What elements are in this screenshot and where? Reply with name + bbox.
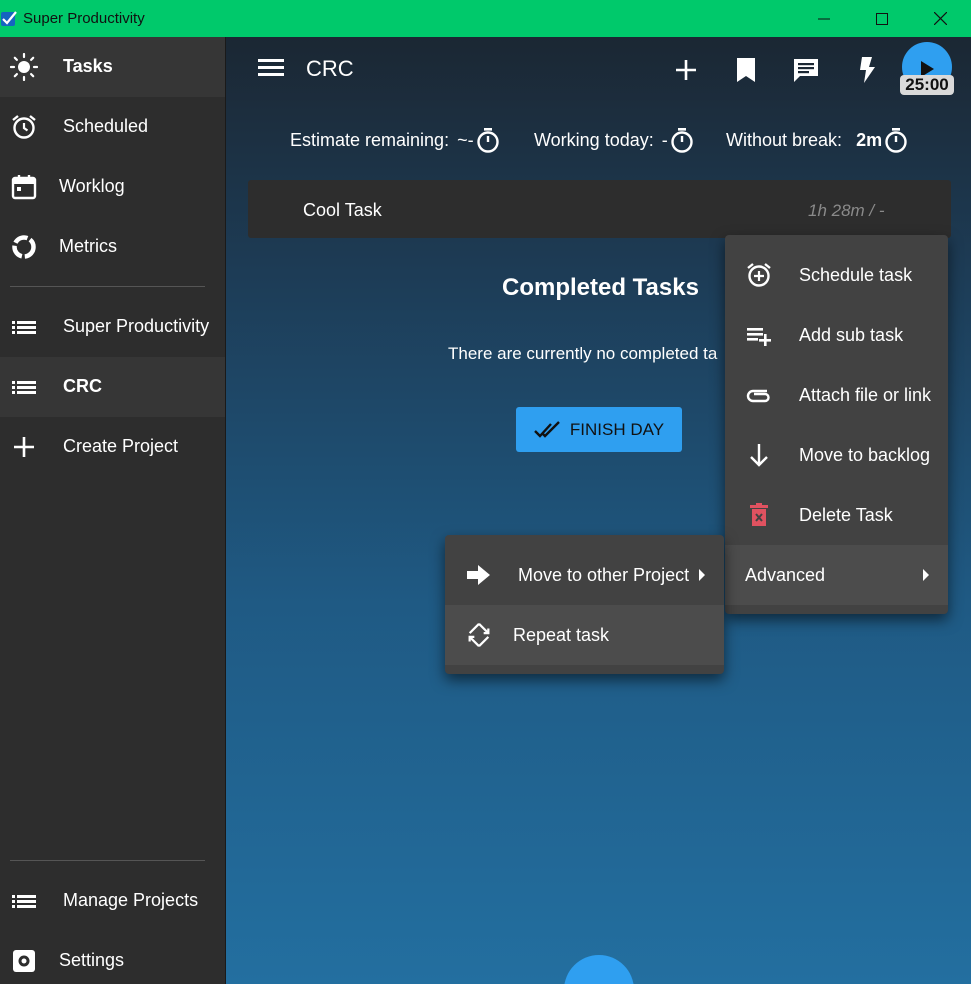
gear-icon bbox=[10, 947, 38, 975]
sidebar-item-tasks[interactable]: Tasks bbox=[0, 37, 225, 97]
finish-day-label: FINISH DAY bbox=[569, 419, 665, 439]
title-bar: Super Productivity bbox=[0, 0, 971, 37]
menu-item-label: Move to backlog bbox=[799, 445, 931, 465]
minimize-button[interactable] bbox=[795, 0, 853, 37]
sidebar-item-label: Create Project bbox=[63, 436, 179, 456]
move-to-backlog-menu-item[interactable]: Move to backlog bbox=[725, 425, 948, 485]
stopwatch-icon bbox=[476, 128, 499, 153]
completed-tasks-heading: Completed Tasks bbox=[502, 274, 699, 301]
delete-task-menu-item[interactable]: Delete Task bbox=[725, 485, 948, 545]
sidebar-item-settings[interactable]: Settings bbox=[0, 931, 225, 984]
sidebar: Tasks Scheduled Worklog Metrics Super Pr… bbox=[0, 37, 226, 984]
sun-icon bbox=[10, 53, 38, 81]
list-icon bbox=[10, 313, 38, 341]
sidebar-item-label: Scheduled bbox=[63, 116, 149, 136]
break-value: 2m bbox=[856, 129, 883, 150]
hamburger-icon bbox=[258, 59, 284, 76]
alarm-icon bbox=[10, 113, 38, 141]
sidebar-item-label: Super Productivity bbox=[63, 316, 210, 336]
plus-icon bbox=[10, 433, 38, 461]
without-break-stat: Without break: 2m bbox=[726, 127, 908, 153]
pomodoro-timer-badge: 25:00 bbox=[900, 75, 954, 95]
sidebar-item-label: Worklog bbox=[59, 176, 125, 196]
list-icon bbox=[10, 887, 38, 915]
estimate-remaining-stat: Estimate remaining: ~- bbox=[290, 127, 500, 153]
sidebar-item-metrics[interactable]: Metrics bbox=[0, 217, 225, 277]
sidebar-item-label: Tasks bbox=[63, 56, 113, 76]
donut-chart-icon bbox=[10, 233, 38, 261]
list-icon bbox=[10, 373, 38, 401]
menu-item-label: Advanced bbox=[745, 565, 826, 585]
schedule-task-menu-item[interactable]: Schedule task bbox=[725, 245, 948, 305]
delete-icon bbox=[745, 501, 773, 529]
menu-item-label: Repeat task bbox=[513, 625, 610, 645]
sidebar-item-super-productivity[interactable]: Super Productivity bbox=[0, 297, 225, 357]
sidebar-item-manage-projects[interactable]: Manage Projects bbox=[0, 871, 225, 931]
sidebar-item-scheduled[interactable]: Scheduled bbox=[0, 97, 225, 157]
working-today-stat: Working today: - bbox=[534, 127, 694, 153]
sidebar-divider bbox=[10, 860, 205, 861]
arrow-down-icon bbox=[745, 441, 773, 469]
sidebar-item-label: Settings bbox=[59, 950, 125, 970]
close-icon bbox=[933, 12, 947, 25]
finish-day-button[interactable]: FINISH DAY bbox=[516, 407, 682, 452]
focus-mode-button[interactable] bbox=[852, 55, 882, 85]
advanced-menu-item[interactable]: Advanced bbox=[725, 545, 948, 605]
alarm-add-icon bbox=[745, 261, 773, 289]
no-completed-tasks-text: There are currently no completed ta bbox=[448, 344, 718, 363]
maximize-icon bbox=[876, 12, 888, 25]
working-label: Working today: bbox=[534, 129, 654, 150]
menu-toggle-button[interactable] bbox=[258, 57, 284, 84]
move-to-other-project-menu-item[interactable]: Move to other Project bbox=[445, 545, 724, 605]
double-check-icon bbox=[534, 420, 564, 440]
task-title[interactable]: Cool Task bbox=[303, 200, 382, 221]
bookmark-icon bbox=[737, 58, 755, 82]
menu-item-label: Attach file or link bbox=[799, 385, 932, 405]
sidebar-divider bbox=[10, 286, 205, 287]
task-context-menu: Schedule task Add sub task Attach file o… bbox=[725, 235, 948, 614]
app-logo-icon bbox=[1, 11, 17, 26]
notes-button[interactable] bbox=[791, 55, 821, 85]
sidebar-item-worklog[interactable]: Worklog bbox=[0, 157, 225, 217]
close-button[interactable] bbox=[911, 0, 969, 37]
add-task-button[interactable] bbox=[671, 55, 701, 85]
add-sub-task-menu-item[interactable]: Add sub task bbox=[725, 305, 948, 365]
lightning-icon bbox=[860, 57, 875, 83]
sidebar-item-create-project[interactable]: Create Project bbox=[0, 417, 225, 477]
attachment-icon bbox=[745, 381, 773, 409]
page-title: CRC bbox=[306, 56, 354, 81]
menu-item-label: Schedule task bbox=[799, 265, 913, 285]
menu-item-label: Move to other Project bbox=[518, 565, 690, 585]
sidebar-item-label: Metrics bbox=[59, 236, 117, 256]
repeat-task-menu-item[interactable]: Repeat task bbox=[445, 605, 724, 665]
working-value: - bbox=[661, 129, 668, 150]
maximize-button[interactable] bbox=[853, 0, 911, 37]
bookmarks-button[interactable] bbox=[731, 55, 761, 85]
bottom-action-button[interactable] bbox=[564, 955, 634, 984]
minimize-icon bbox=[818, 18, 830, 19]
menu-item-label: Delete Task bbox=[799, 505, 893, 525]
sidebar-item-crc[interactable]: CRC bbox=[0, 357, 225, 417]
break-label: Without break: bbox=[726, 129, 843, 150]
submenu-caret-icon bbox=[699, 569, 705, 581]
stopwatch-icon bbox=[885, 128, 907, 153]
window-title: Super Productivity bbox=[23, 10, 145, 27]
estimate-value: ~- bbox=[457, 129, 474, 150]
task-item[interactable]: Cool Task 1h 28m / - bbox=[248, 180, 951, 238]
sidebar-item-label: Manage Projects bbox=[63, 890, 199, 910]
arrow-right-icon bbox=[465, 561, 493, 589]
task-time-estimate[interactable]: 1h 28m / - bbox=[808, 201, 885, 221]
comment-icon bbox=[794, 59, 818, 82]
sidebar-item-label: CRC bbox=[63, 376, 102, 396]
calendar-icon bbox=[10, 173, 38, 201]
stopwatch-icon bbox=[671, 128, 693, 153]
plus-icon bbox=[676, 60, 696, 80]
estimate-label: Estimate remaining: bbox=[290, 129, 450, 150]
attach-file-menu-item[interactable]: Attach file or link bbox=[725, 365, 948, 425]
playlist-add-icon bbox=[745, 321, 773, 349]
submenu-caret-icon bbox=[923, 569, 929, 581]
repeat-icon bbox=[465, 621, 493, 649]
menu-item-label: Add sub task bbox=[799, 325, 904, 345]
advanced-submenu: Move to other Project Repeat task bbox=[445, 535, 724, 674]
